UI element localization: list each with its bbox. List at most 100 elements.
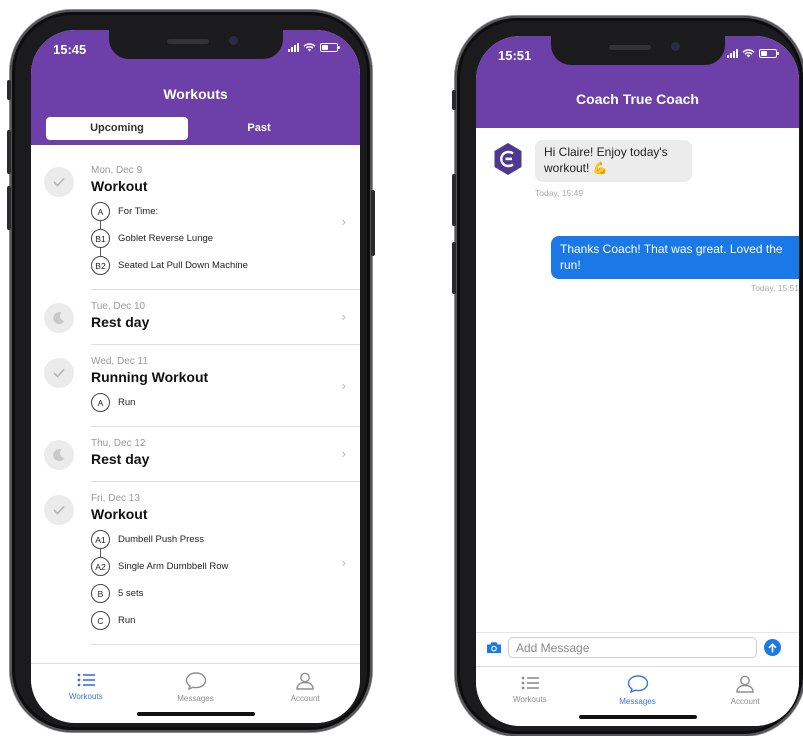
home-indicator — [136, 712, 255, 716]
volume-up-button — [7, 130, 11, 174]
signal-icon — [727, 49, 738, 58]
exercise-badge: A — [91, 393, 110, 412]
exercise-name: Dumbell Push Press — [118, 534, 205, 545]
messages-header: 15:51 Coach True Coach — [476, 36, 799, 128]
segmented-control: Upcoming Past — [46, 117, 330, 140]
phone-workouts: 15:45 Workouts Upcoming Past Mon, Dec 9 … — [7, 10, 375, 732]
mute-switch — [7, 80, 11, 100]
battery-icon — [759, 49, 779, 58]
volume-down-button — [7, 186, 11, 230]
signal-icon — [288, 43, 299, 52]
status-icons — [288, 43, 340, 52]
day-date: Fri, Dec 13 — [91, 493, 140, 504]
messages-screen: 15:51 Coach True Coach Hi Claire! Enjoy … — [476, 36, 799, 726]
status-time: 15:45 — [53, 42, 87, 57]
check-icon — [44, 495, 74, 525]
exercise-badge: A2 — [91, 557, 110, 576]
tab-label: Workouts — [513, 695, 547, 704]
tabbar-item-account[interactable]: Account — [691, 667, 799, 726]
tab-label: Messages — [177, 694, 214, 703]
workouts-header: 15:45 Workouts Upcoming Past — [31, 30, 360, 145]
workout-day-card[interactable]: Thu, Dec 12 Rest day › — [44, 427, 360, 482]
camera-icon[interactable] — [486, 641, 502, 654]
coach-avatar-icon — [494, 143, 522, 175]
exercise-name: For Time: — [118, 206, 159, 217]
workouts-list: Mon, Dec 9 Workout A For Time: B1 Goblet R… — [31, 154, 360, 663]
home-indicator — [578, 715, 697, 719]
exercise-name: Goblet Reverse Lunge — [118, 233, 214, 244]
day-date: Tue, Dec 10 — [91, 301, 146, 312]
day-date: Mon, Dec 9 — [91, 165, 143, 176]
exercise-item: B 5 sets — [91, 580, 360, 607]
incoming-bubble: Hi Claire! Enjoy today's workout! 💪 — [535, 140, 692, 182]
exercise-name: Seated Lat Pull Down Machine — [118, 260, 248, 271]
tab-past[interactable]: Past — [188, 117, 330, 140]
list-icon — [77, 673, 95, 687]
workout-day-card[interactable]: Mon, Dec 9 Workout A For Time: B1 Goblet R… — [44, 154, 360, 290]
send-button[interactable] — [764, 639, 781, 656]
volume-up-button — [452, 174, 456, 226]
exercise-badge: B2 — [91, 256, 110, 275]
chevron-right-icon: › — [341, 309, 346, 324]
chat-bubble-icon — [627, 675, 648, 693]
moon-icon — [44, 303, 74, 333]
exercise-badge: B — [91, 584, 110, 603]
workout-day-card[interactable]: Wed, Dec 11 Running Workout A Run › — [44, 345, 360, 427]
message-input[interactable] — [508, 637, 757, 658]
notch — [550, 36, 725, 65]
tab-label: Workouts — [69, 692, 103, 701]
tabbar-item-account[interactable]: Account — [250, 664, 360, 723]
exercise-name: 5 sets — [118, 588, 144, 599]
tab-label: Messages — [619, 697, 656, 706]
exercise-item: B2 Seated Lat Pull Down Machine — [91, 242, 360, 279]
workout-day-card[interactable]: Tue, Dec 10 Rest day › — [44, 290, 360, 345]
workouts-screen: 15:45 Workouts Upcoming Past Mon, Dec 9 … — [31, 30, 360, 723]
chevron-right-icon: › — [341, 446, 346, 461]
tab-upcoming[interactable]: Upcoming — [46, 117, 188, 140]
notch — [108, 30, 283, 59]
exercise-item: A Run — [91, 389, 360, 416]
exercise-badge: C — [91, 611, 110, 630]
user-icon — [736, 675, 754, 693]
exercise-item: A2 Single Arm Dumbbell Row — [91, 543, 360, 580]
day-title: Running Workout — [91, 369, 209, 385]
chevron-right-icon: › — [341, 213, 346, 229]
chevron-right-icon: › — [341, 377, 346, 393]
day-title: Workout — [91, 506, 148, 522]
message-composer — [476, 632, 799, 662]
exercise-badge: A1 — [91, 530, 110, 549]
chevron-right-icon: › — [341, 555, 346, 570]
exercise-badge: B1 — [91, 229, 110, 248]
tab-bar: Workouts Messages Account — [31, 663, 360, 723]
workout-day-card[interactable]: Fri, Dec 13 Workout A1 Dumbell Push Press… — [44, 482, 360, 645]
exercise-item: A For Time: — [91, 198, 360, 225]
wifi-icon — [303, 43, 316, 52]
tabbar-item-workouts[interactable]: Workouts — [31, 664, 141, 723]
day-title: Workout — [91, 178, 148, 194]
phone-messages: 15:51 Coach True Coach Hi Claire! Enjoy … — [452, 16, 803, 736]
check-icon — [44, 167, 74, 197]
exercise-item: B1 Goblet Reverse Lunge — [91, 215, 360, 252]
incoming-timestamp: Today, 15:49 — [535, 188, 584, 198]
day-date: Thu, Dec 12 — [91, 438, 146, 449]
chat-thread: Hi Claire! Enjoy today's workout! 💪 Toda… — [476, 128, 799, 632]
exercise-item: C Run — [91, 607, 360, 634]
tab-label: Account — [290, 694, 320, 703]
wifi-icon — [742, 49, 755, 58]
status-time: 15:51 — [498, 48, 532, 63]
day-title: Rest day — [91, 314, 150, 330]
user-icon — [296, 672, 314, 690]
check-icon — [44, 358, 74, 388]
tab-bar: Workouts Messages Account — [476, 666, 799, 726]
exercise-item: A1 Dumbell Push Press — [91, 526, 360, 553]
mute-switch — [452, 90, 456, 110]
arrow-up-icon — [768, 642, 777, 652]
battery-icon — [320, 43, 340, 52]
exercise-name: Single Arm Dumbbell Row — [118, 561, 229, 572]
chat-bubble-icon — [185, 672, 206, 690]
day-title: Rest day — [91, 451, 150, 467]
page-title: Workouts — [163, 86, 228, 102]
tabbar-item-workouts[interactable]: Workouts — [476, 667, 584, 726]
tab-label: Account — [730, 697, 760, 706]
outgoing-timestamp: Today, 15:51 — [750, 283, 799, 293]
